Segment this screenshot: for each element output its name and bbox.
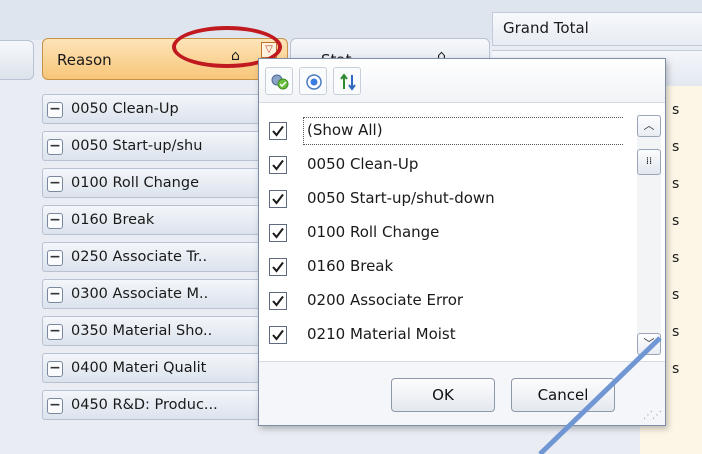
- scroll-down-icon[interactable]: ﹀: [637, 333, 661, 355]
- popup-toolbar: [259, 59, 665, 103]
- ok-button[interactable]: OK: [391, 378, 495, 412]
- row-header[interactable]: − 0050 Start-up/shu: [42, 131, 288, 161]
- row-label: 0250 Associate Tr..: [71, 249, 208, 265]
- row-header[interactable]: − 0450 R&D: Produc...: [42, 390, 288, 420]
- item-label: 0200 Associate Error: [307, 291, 464, 309]
- cell-value: s: [672, 213, 680, 229]
- cell-value: s: [672, 102, 680, 118]
- row-label: 0160 Break: [71, 212, 155, 228]
- cell-value: s: [672, 250, 680, 266]
- collapse-icon[interactable]: −: [47, 176, 63, 192]
- filter-popup: (Show All) 0050 Clean-Up 0050 Start-up/s…: [258, 58, 666, 426]
- checkbox[interactable]: [269, 156, 287, 174]
- collapse-icon[interactable]: −: [47, 361, 63, 377]
- row-header[interactable]: − 0300 Associate M..: [42, 279, 288, 309]
- row-header[interactable]: − 0100 Roll Change: [42, 168, 288, 198]
- collapse-icon[interactable]: −: [47, 287, 63, 303]
- filter-icon[interactable]: [265, 67, 293, 95]
- list-item[interactable]: 0100 Roll Change: [263, 217, 623, 251]
- row-label: 0300 Associate M..: [71, 286, 209, 302]
- checkbox[interactable]: [269, 122, 287, 140]
- scroll-thumb[interactable]: ⁞⁞: [637, 149, 661, 175]
- list-item[interactable]: 0210 Material Moist: [263, 319, 623, 353]
- item-label: (Show All): [307, 121, 383, 139]
- item-label: 0050 Start-up/shut-down: [307, 189, 495, 207]
- checkbox[interactable]: [269, 190, 287, 208]
- radio-icon[interactable]: [299, 67, 327, 95]
- cell-value: s: [672, 176, 680, 192]
- vertical-scrollbar[interactable]: ︿ ⁞⁞ ﹀: [637, 115, 661, 355]
- left-field-header[interactable]: [0, 40, 34, 80]
- list-item[interactable]: 0050 Clean-Up: [263, 149, 623, 183]
- list-item[interactable]: 0050 Start-up/shut-down: [263, 183, 623, 217]
- sort-icon[interactable]: [333, 67, 361, 95]
- row-header[interactable]: − 0400 Materi Qualit: [42, 353, 288, 383]
- reason-label: Reason: [57, 51, 112, 69]
- collapse-icon[interactable]: −: [47, 398, 63, 414]
- row-label: 0450 R&D: Produc...: [71, 397, 218, 413]
- list-item[interactable]: 0200 Associate Error: [263, 285, 623, 319]
- cell-value: s: [672, 287, 680, 303]
- row-header[interactable]: − 0050 Clean-Up: [42, 94, 288, 124]
- popup-footer: OK Cancel ⋰⋰: [259, 361, 665, 425]
- checkbox[interactable]: [269, 224, 287, 242]
- list-item[interactable]: (Show All): [263, 115, 623, 149]
- resize-grip-icon[interactable]: ⋰⋰: [643, 410, 662, 421]
- collapse-icon[interactable]: −: [47, 324, 63, 340]
- item-label: 0160 Break: [307, 257, 394, 275]
- collapse-icon[interactable]: −: [47, 250, 63, 266]
- row-header[interactable]: − 0350 Material Sho..: [42, 316, 288, 346]
- cell-value: s: [672, 361, 680, 377]
- collapse-icon[interactable]: −: [47, 102, 63, 118]
- cell-value: s: [672, 324, 680, 340]
- collapse-icon[interactable]: −: [47, 139, 63, 155]
- collapse-icon[interactable]: −: [47, 213, 63, 229]
- item-label: 0210 Material Moist: [307, 325, 456, 343]
- row-label: 0050 Start-up/shu: [71, 138, 203, 154]
- cell-value: s: [672, 139, 680, 155]
- checkbox[interactable]: [269, 292, 287, 310]
- row-label: 0100 Roll Change: [71, 175, 199, 191]
- row-header[interactable]: − 0250 Associate Tr..: [42, 242, 288, 272]
- scroll-up-icon[interactable]: ︿: [637, 115, 661, 137]
- list-item[interactable]: 0160 Break: [263, 251, 623, 285]
- checkbox[interactable]: [269, 326, 287, 344]
- cancel-button[interactable]: Cancel: [511, 378, 615, 412]
- item-label: 0050 Clean-Up: [307, 155, 419, 173]
- item-label: 0100 Roll Change: [307, 223, 440, 241]
- row-label: 0350 Material Sho..: [71, 323, 213, 339]
- checkbox[interactable]: [269, 258, 287, 276]
- row-label: 0050 Clean-Up: [71, 101, 179, 117]
- row-header[interactable]: − 0160 Break: [42, 205, 288, 235]
- row-label: 0400 Materi Qualit: [71, 360, 207, 376]
- grand-total-header[interactable]: Grand Total: [492, 12, 702, 46]
